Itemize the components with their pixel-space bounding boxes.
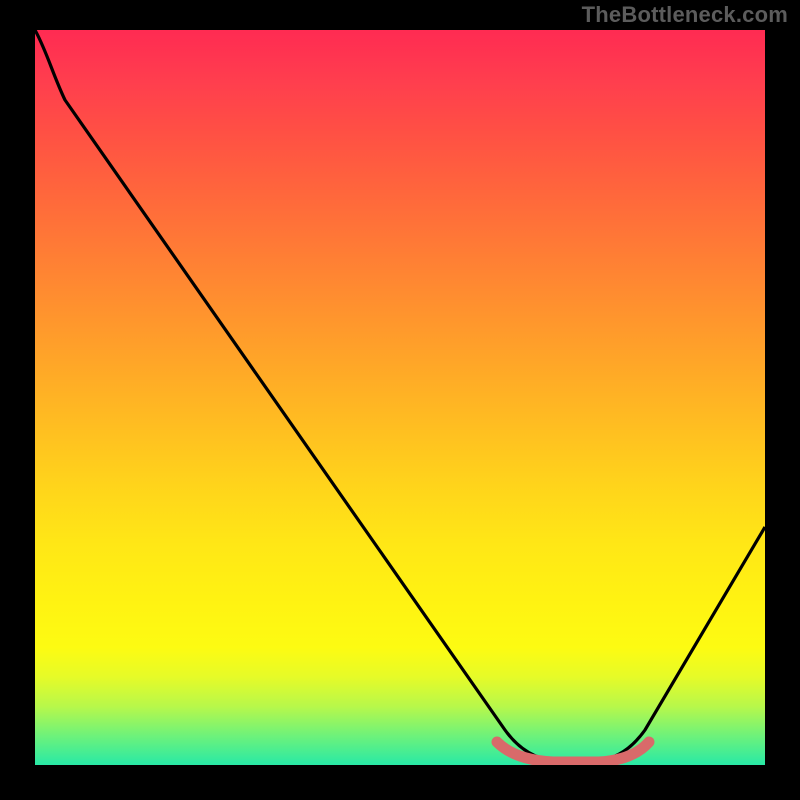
curve-svg <box>35 30 765 765</box>
chart-container: TheBottleneck.com <box>0 0 800 800</box>
watermark-text: TheBottleneck.com <box>582 2 788 28</box>
bottleneck-curve <box>35 30 765 761</box>
plot-area <box>35 30 765 765</box>
